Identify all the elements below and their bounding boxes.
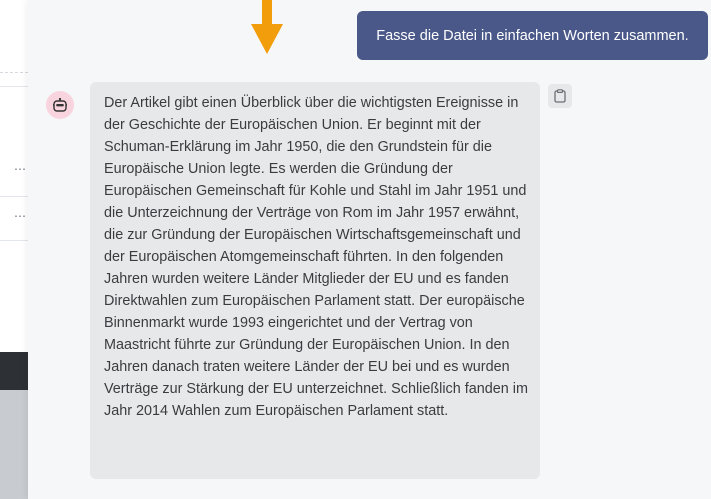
user-message-text: Fasse die Datei in einfachen Worten zusa… xyxy=(376,27,689,44)
robot-icon xyxy=(53,98,67,112)
copy-button[interactable] xyxy=(548,84,572,108)
background-divider xyxy=(0,196,28,197)
assistant-message-text: Der Artikel gibt einen Überblick über di… xyxy=(104,95,528,419)
row-more-icon[interactable]: ⋯ xyxy=(14,162,27,176)
background-dark-bar xyxy=(0,352,28,390)
assistant-message-bubble: Der Artikel gibt einen Überblick über di… xyxy=(90,82,540,479)
arrow-down-icon xyxy=(251,0,283,54)
background-divider xyxy=(0,72,28,73)
background-divider xyxy=(0,240,28,241)
background-divider xyxy=(0,86,28,87)
row-more-icon[interactable]: ⋯ xyxy=(14,209,27,223)
user-message-bubble: Fasse die Datei in einfachen Worten zusa… xyxy=(357,11,708,60)
background-panel-fragment xyxy=(0,390,28,499)
assistant-avatar xyxy=(46,91,74,119)
clipboard-icon xyxy=(554,89,566,103)
